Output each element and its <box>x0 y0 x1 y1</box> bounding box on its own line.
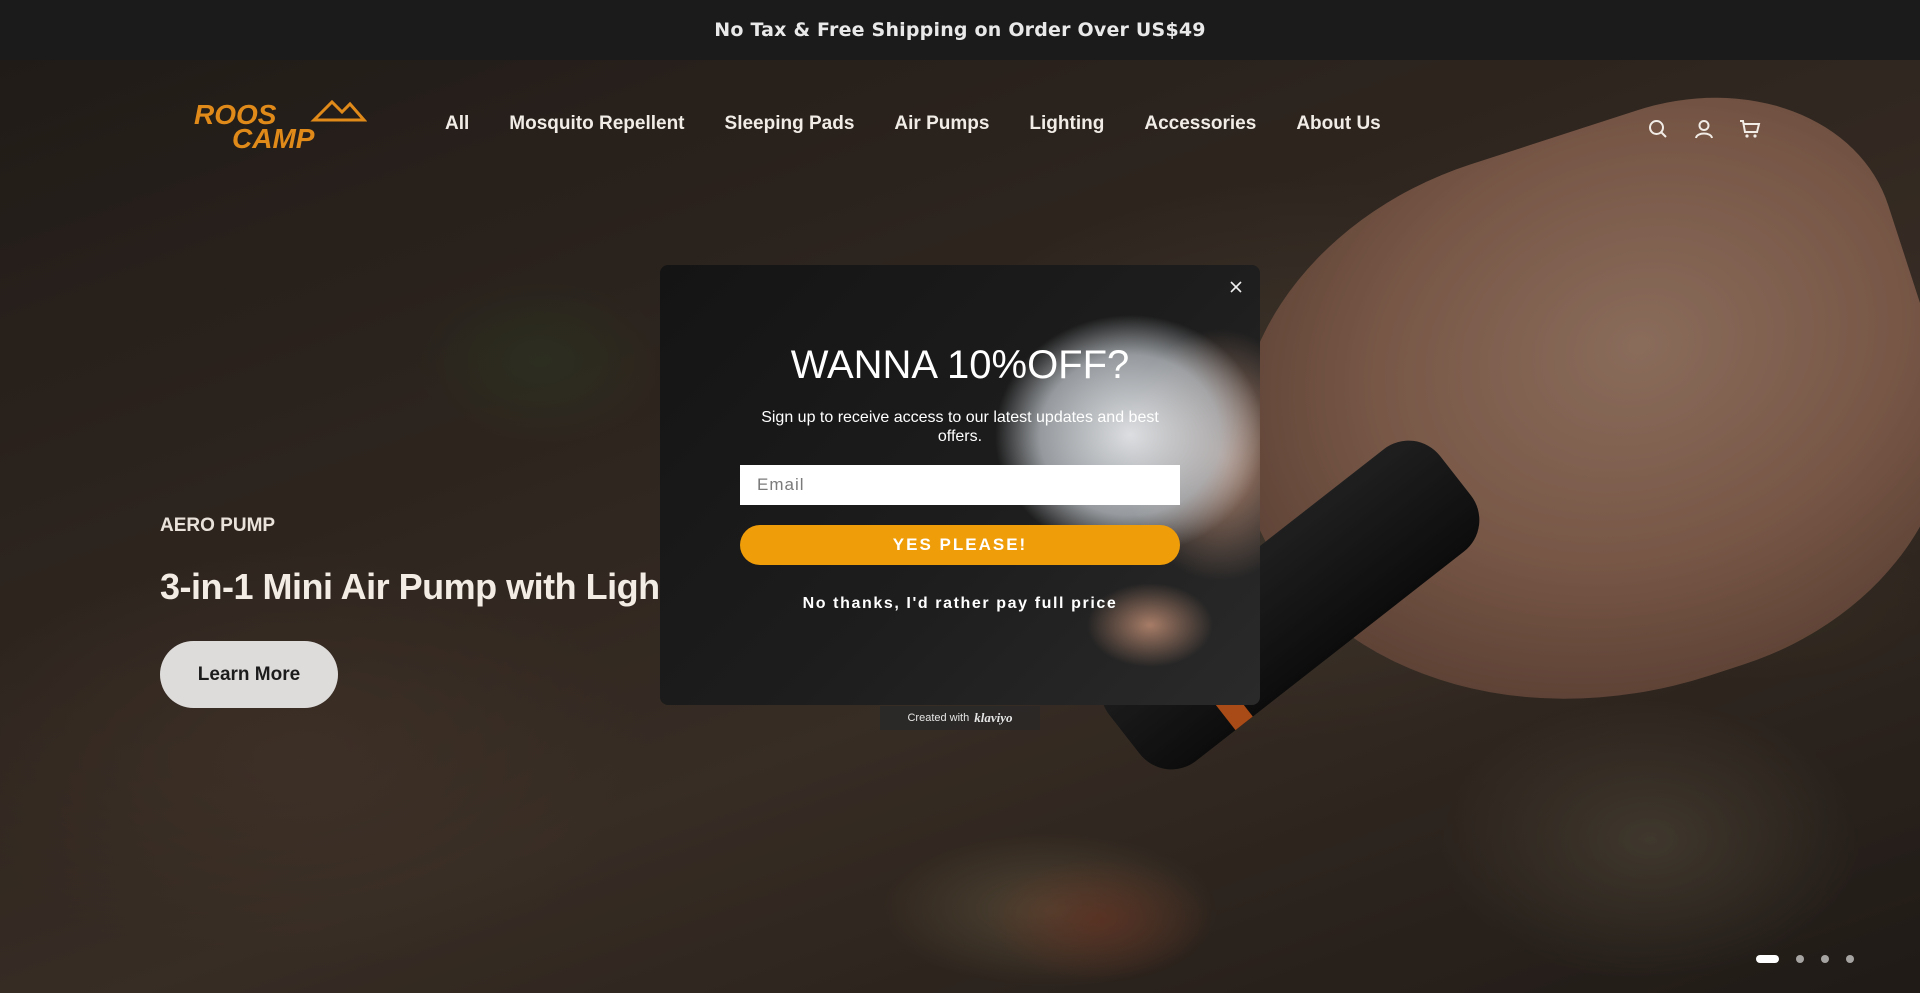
nav-accessories[interactable]: Accessories <box>1144 113 1256 135</box>
email-input[interactable] <box>740 465 1180 505</box>
nav-sleeping-pads[interactable]: Sleeping Pads <box>725 113 855 135</box>
nav-all[interactable]: All <box>445 113 469 135</box>
klaviyo-brand: klaviyo <box>974 710 1013 725</box>
announcement-bar: No Tax & Free Shipping on Order Over US$… <box>0 0 1920 60</box>
slide-dot-1[interactable] <box>1756 955 1779 963</box>
klaviyo-badge[interactable]: Created with klaviyo <box>880 706 1040 730</box>
slide-dots <box>1756 955 1854 963</box>
header-icons <box>1646 117 1762 141</box>
search-icon[interactable] <box>1646 117 1670 141</box>
logo-text-bottom: CAMP <box>232 123 315 150</box>
decline-link[interactable]: No thanks, I'd rather pay full price <box>660 595 1260 613</box>
yes-please-button[interactable]: YES PLEASE! <box>740 525 1180 565</box>
slide-dot-4[interactable] <box>1846 955 1854 963</box>
hero-eyebrow: AERO PUMP <box>160 515 276 536</box>
slide-dot-3[interactable] <box>1821 955 1829 963</box>
discount-popup: WANNA 10%OFF? Sign up to receive access … <box>660 265 1260 705</box>
nav-lighting[interactable]: Lighting <box>1029 113 1104 135</box>
nav-air-pumps[interactable]: Air Pumps <box>894 113 989 135</box>
logo[interactable]: ROOS CAMP <box>192 98 368 154</box>
popup-subtitle: Sign up to receive access to our latest … <box>761 409 1159 445</box>
close-icon[interactable] <box>1224 275 1248 299</box>
nav-about-us[interactable]: About Us <box>1296 113 1380 135</box>
hero-title: 3-in-1 Mini Air Pump with Light <box>160 566 672 607</box>
account-icon[interactable] <box>1692 117 1716 141</box>
cart-icon[interactable] <box>1738 117 1762 141</box>
slide-dot-2[interactable] <box>1796 955 1804 963</box>
nav-mosquito-repellent[interactable]: Mosquito Repellent <box>509 113 684 135</box>
popup-title: WANNA 10%OFF? <box>790 343 1130 387</box>
klaviyo-prefix: Created with <box>907 712 970 724</box>
announcement-text: No Tax & Free Shipping on Order Over US$… <box>714 19 1206 41</box>
learn-more-button[interactable]: Learn More <box>160 641 338 708</box>
main-nav: All Mosquito Repellent Sleeping Pads Air… <box>445 113 1381 135</box>
